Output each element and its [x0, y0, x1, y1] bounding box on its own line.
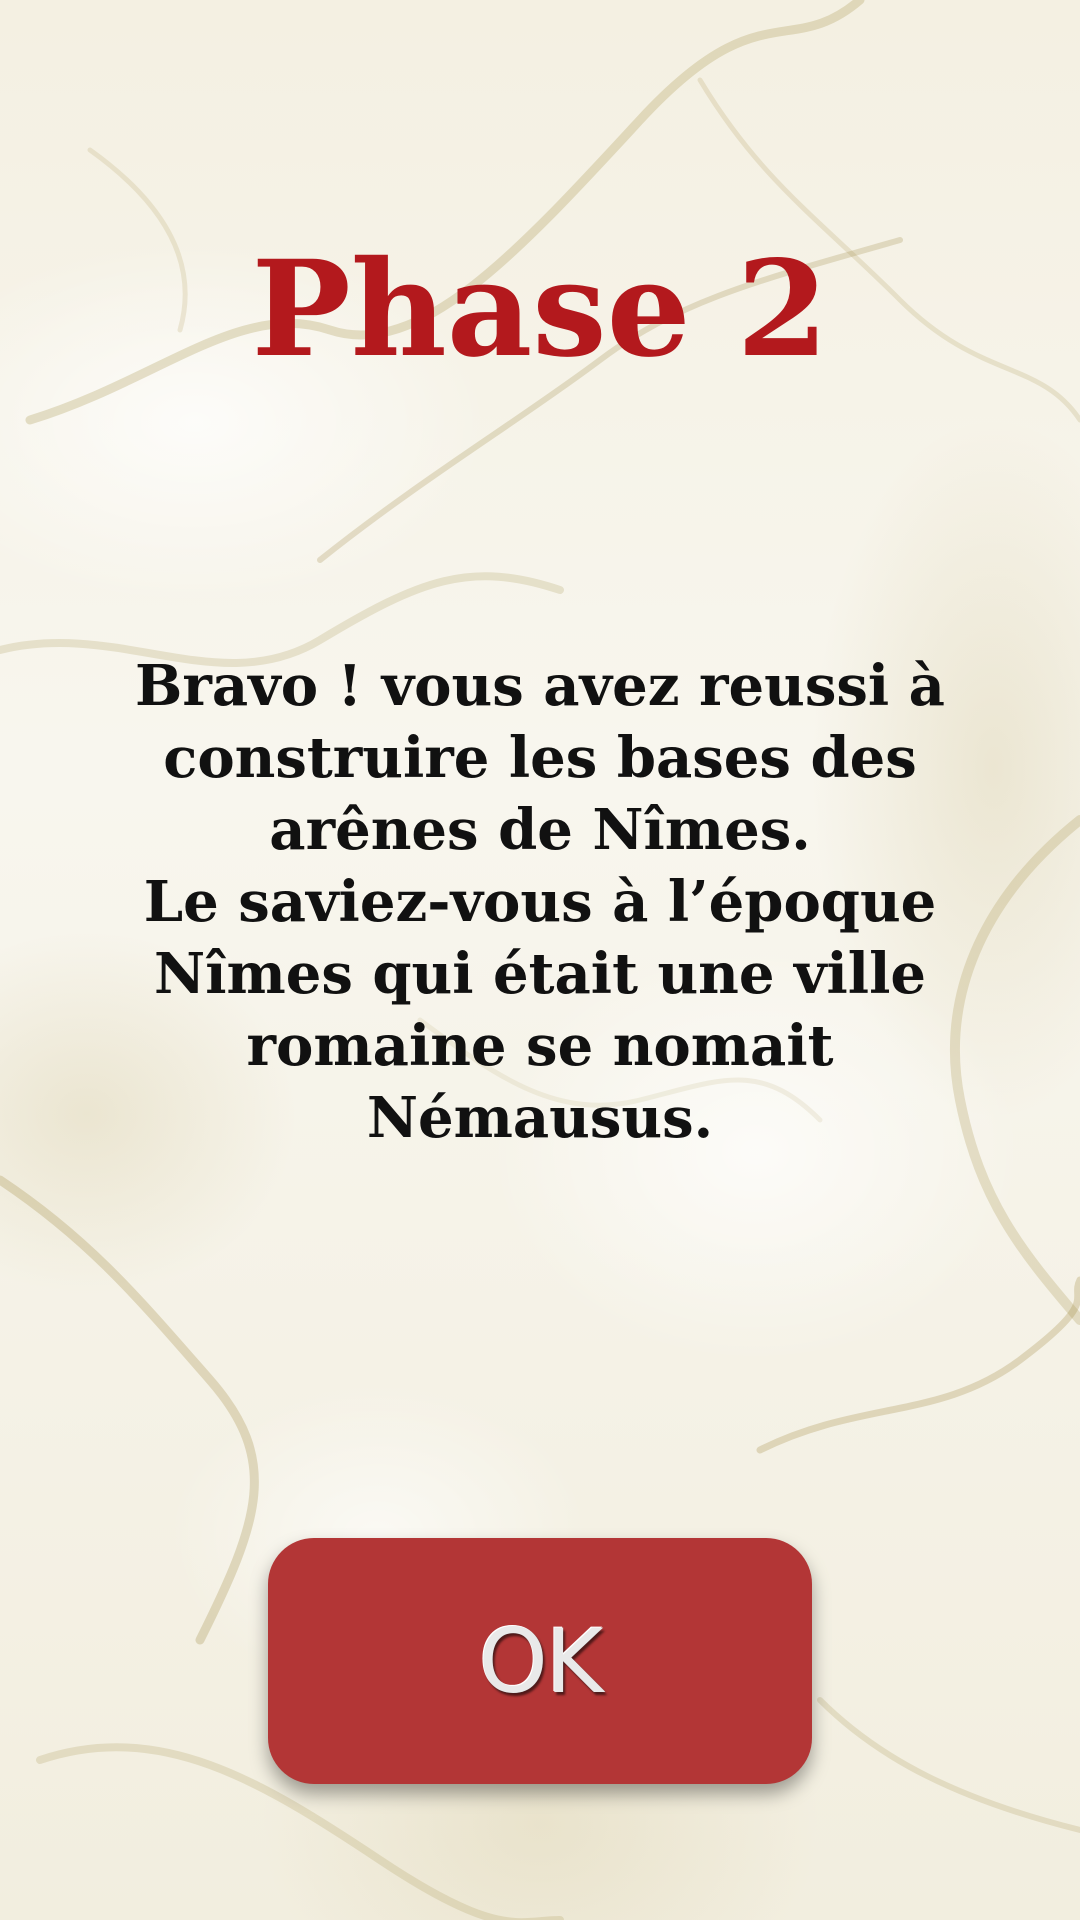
message-line: romaine se nomait — [246, 1013, 834, 1079]
message-line: Le saviez-vous à l’époque — [143, 869, 937, 935]
message-line: Bravo ! vous avez reussi à — [135, 653, 945, 719]
message-line: arênes de Nîmes. — [269, 797, 811, 863]
phase-title: Phase 2 — [251, 232, 829, 387]
message-line: Nîmes qui était une ville — [154, 941, 926, 1007]
ok-button[interactable]: OK — [268, 1538, 812, 1784]
phase-screen: Phase 2 Bravo ! vous avez reussi à const… — [0, 0, 1080, 1920]
message-line: construire les bases des — [163, 725, 917, 791]
message-text: Bravo ! vous avez reussi à construire le… — [120, 650, 960, 1154]
ok-button-label: OK — [478, 1609, 604, 1713]
message-line: Némausus. — [366, 1085, 714, 1151]
